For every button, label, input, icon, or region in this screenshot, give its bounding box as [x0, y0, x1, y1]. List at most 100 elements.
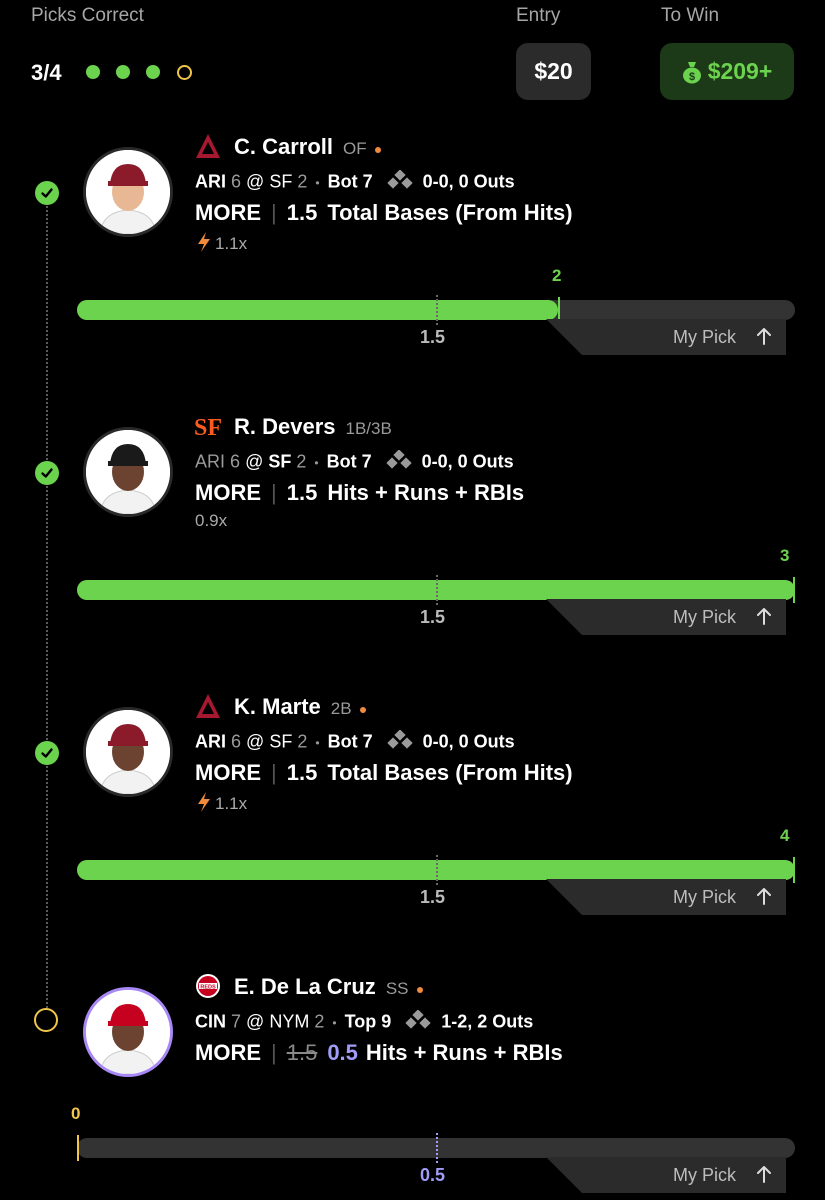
home-score: 2: [296, 451, 307, 472]
arrow-up-icon: [756, 326, 772, 351]
line-marker-label: 1.5: [420, 887, 446, 907]
multiplier-row: 0.9x: [195, 511, 227, 531]
player-position: 1B/3B: [345, 419, 392, 438]
player-name-row: K. Marte 2B: [234, 694, 366, 720]
ball-strike-outs: 0-0, 0 Outs: [422, 171, 515, 192]
multiplier-row: 1.1x: [195, 231, 247, 258]
player-name[interactable]: E. De La Cruz: [234, 974, 376, 999]
home-score: 2: [314, 1011, 325, 1032]
separator-dot: •: [314, 456, 319, 471]
player-avatar[interactable]: [83, 147, 173, 237]
my-pick-tab[interactable]: My Pick: [546, 879, 786, 915]
home-team: SF: [269, 171, 293, 192]
to-win-label: To Win: [661, 5, 720, 26]
away-score: 6: [230, 451, 241, 472]
divider: |: [271, 760, 277, 785]
at-symbol: @: [246, 731, 265, 752]
game-status-row: ARI 6 @ SF 2 • Bot 7 0-0, 0 Outs: [195, 729, 515, 755]
arrow-up-icon: [756, 606, 772, 631]
pick-line-value: 1.5: [286, 200, 318, 225]
my-pick-label: My Pick: [673, 1165, 736, 1185]
pending-circle-icon: [34, 1008, 58, 1032]
pick-direction: MORE: [195, 760, 261, 785]
pick-line-value: 1.5: [286, 480, 318, 505]
away-team: ARI: [195, 171, 226, 192]
current-value-tick: [793, 577, 795, 603]
player-position: 2B: [330, 699, 352, 718]
player-avatar[interactable]: [83, 987, 173, 1077]
pick-line: MORE | 1.5 Total Bases (From Hits): [195, 200, 573, 226]
my-pick-label: My Pick: [673, 887, 736, 907]
live-indicator-dot: [416, 986, 423, 993]
progress-dot-2: [116, 65, 130, 79]
player-name[interactable]: R. Devers: [234, 414, 336, 439]
game-status-row: ARI 6 @ SF 2 • Bot 7 0-0, 0 Outs: [195, 169, 515, 195]
timeline-line: [46, 195, 48, 1020]
my-pick-label: My Pick: [673, 607, 736, 627]
home-team: SF: [268, 451, 292, 472]
entry-amount: $20: [516, 43, 591, 100]
current-value: 2: [552, 266, 562, 285]
player-avatar[interactable]: [83, 707, 173, 797]
my-pick-label: My Pick: [673, 327, 736, 347]
svg-text:SF: SF: [195, 415, 221, 439]
inning: Top 9: [344, 1011, 392, 1032]
arrow-up-icon: [756, 886, 772, 911]
lightning-icon: [195, 231, 213, 258]
bases-diamond-icon: [385, 449, 412, 475]
picks-correct-label: Picks Correct: [31, 5, 144, 26]
check-icon: [35, 741, 59, 765]
progress-dot-4: [177, 65, 192, 80]
pick-direction: MORE: [195, 480, 261, 505]
ball-strike-outs: 0-0, 0 Outs: [421, 451, 514, 472]
player-avatar[interactable]: [83, 427, 173, 517]
ball-strike-outs: 0-0, 0 Outs: [422, 731, 515, 752]
stat-type: Total Bases (From Hits): [327, 200, 573, 225]
bases-diamond-icon: [405, 1009, 431, 1035]
diamondbacks-logo: [195, 133, 221, 159]
separator-dot: •: [315, 176, 320, 191]
player-name[interactable]: C. Carroll: [234, 134, 333, 159]
my-pick-tab[interactable]: My Pick: [546, 599, 786, 635]
money-bag-icon: $: [682, 61, 701, 83]
adjusted-line: 0.5: [327, 1040, 358, 1065]
line-marker: [436, 1133, 438, 1163]
multiplier-row: 1.1x: [195, 791, 247, 818]
pick-line-value: 1.5: [286, 760, 318, 785]
game-status-row: CIN 7 @ NYM 2 • Top 9 1-2, 2 Outs: [195, 1009, 533, 1035]
svg-text:REDS: REDS: [200, 984, 216, 990]
player-name[interactable]: K. Marte: [234, 694, 321, 719]
separator-dot: •: [332, 1016, 337, 1031]
stat-type: Hits + Runs + RBIs: [327, 480, 525, 505]
inning: Bot 7: [326, 451, 372, 472]
away-team: ARI: [195, 731, 226, 752]
away-team: CIN: [195, 1011, 226, 1032]
current-value: 4: [780, 826, 790, 845]
player-name-row: R. Devers 1B/3B: [234, 414, 392, 440]
away-score: 6: [231, 731, 242, 752]
line-marker: [436, 855, 438, 885]
progress-dot-1: [86, 65, 100, 79]
to-win-value: $209+: [707, 58, 773, 84]
my-pick-tab[interactable]: My Pick: [546, 319, 786, 355]
line-marker: [436, 575, 438, 605]
line-marker: [436, 295, 438, 325]
my-pick-tab[interactable]: My Pick: [546, 1157, 786, 1193]
svg-text:$: $: [689, 71, 695, 83]
diamondbacks-logo: [195, 693, 221, 719]
stat-type: Total Bases (From Hits): [327, 760, 573, 785]
pick-line: MORE | 1.5 Hits + Runs + RBIs: [195, 480, 524, 506]
separator-dot: •: [315, 736, 320, 751]
giants-logo: SF: [194, 413, 222, 441]
stat-type: Hits + Runs + RBIs: [365, 1040, 563, 1065]
home-score: 2: [297, 731, 308, 752]
divider: |: [271, 200, 277, 225]
line-marker-label: 1.5: [420, 607, 446, 627]
multiplier: 0.9x: [195, 511, 228, 530]
live-indicator-dot: [359, 706, 366, 713]
pick-line: MORE | 1.5 0.5 Hits + Runs + RBIs: [195, 1040, 563, 1066]
divider: |: [271, 480, 277, 505]
original-line: 1.5: [286, 1040, 318, 1065]
entry-label: Entry: [516, 5, 561, 26]
line-marker-label: 1.5: [420, 327, 446, 347]
